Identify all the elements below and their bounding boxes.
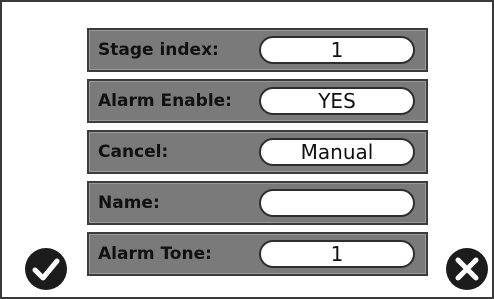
field-list: Stage index: 1 Alarm Enable: YES Cancel:… xyxy=(87,28,428,283)
stage-index-field[interactable]: 1 xyxy=(259,36,415,64)
alarm-enable-row: Alarm Enable: YES xyxy=(87,79,428,123)
cancel-mode-row: Cancel: Manual xyxy=(87,130,428,174)
name-label: Name: xyxy=(98,193,160,213)
stage-index-row: Stage index: 1 xyxy=(87,28,428,72)
name-field[interactable] xyxy=(259,189,415,217)
confirm-button[interactable] xyxy=(24,247,68,291)
close-icon xyxy=(446,248,488,290)
alarm-enable-label: Alarm Enable: xyxy=(98,91,232,111)
cancel-mode-field[interactable]: Manual xyxy=(259,138,415,166)
stage-index-label: Stage index: xyxy=(98,40,219,60)
cancel-mode-label: Cancel: xyxy=(98,142,169,162)
alarm-enable-field[interactable]: YES xyxy=(259,87,415,115)
settings-screen: Stage index: 1 Alarm Enable: YES Cancel:… xyxy=(0,0,494,299)
alarm-tone-row: Alarm Tone: 1 xyxy=(87,232,428,276)
name-row: Name: xyxy=(87,181,428,225)
alarm-tone-field[interactable]: 1 xyxy=(259,240,415,268)
cancel-button[interactable] xyxy=(445,247,489,291)
check-icon xyxy=(25,248,67,290)
alarm-tone-label: Alarm Tone: xyxy=(98,244,212,264)
